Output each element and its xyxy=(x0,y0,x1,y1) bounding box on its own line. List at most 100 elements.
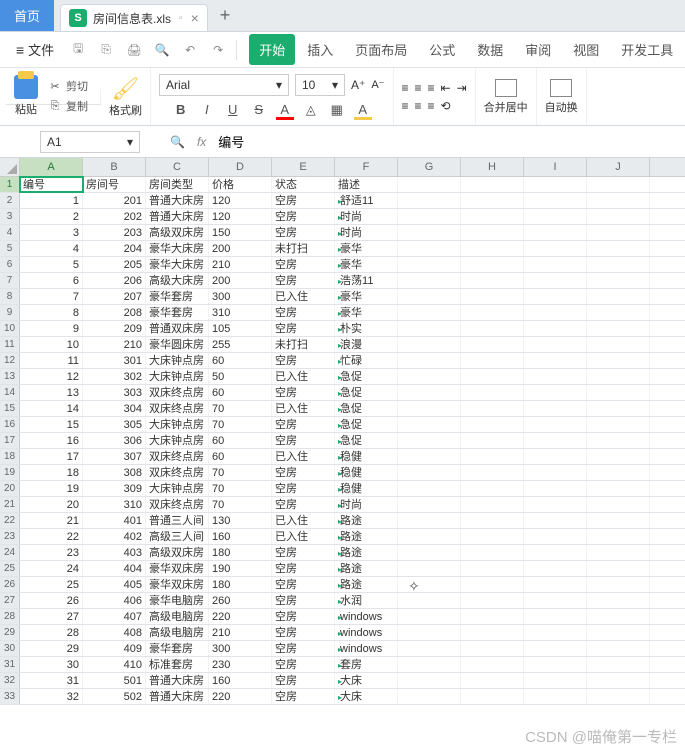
row-header[interactable]: 14 xyxy=(0,385,20,400)
cell[interactable]: 405 xyxy=(83,577,146,592)
cell[interactable] xyxy=(524,401,587,416)
cell[interactable] xyxy=(461,273,524,288)
increase-font-button[interactable]: A⁺ xyxy=(351,78,365,92)
cell[interactable]: 302 xyxy=(83,369,146,384)
row-header[interactable]: 28 xyxy=(0,609,20,624)
menu-insert[interactable]: 插入 xyxy=(297,34,343,65)
align-top-button[interactable]: ≡ xyxy=(402,81,409,95)
cell[interactable] xyxy=(524,225,587,240)
cell[interactable]: 豪华套房 xyxy=(146,305,209,320)
cell[interactable] xyxy=(587,625,650,640)
cell[interactable] xyxy=(587,305,650,320)
align-left-button[interactable]: ≡ xyxy=(402,99,409,113)
cell[interactable]: ▸windows xyxy=(335,625,398,640)
col-header-J[interactable]: J xyxy=(587,158,650,176)
row-header[interactable]: 9 xyxy=(0,305,20,320)
cell[interactable]: 202 xyxy=(83,209,146,224)
menu-home[interactable]: 开始 xyxy=(249,34,295,65)
row-header[interactable]: 31 xyxy=(0,657,20,672)
cell[interactable]: ▸大床 xyxy=(335,673,398,688)
cell[interactable] xyxy=(587,193,650,208)
cell[interactable]: 6 xyxy=(20,273,83,288)
cell[interactable]: 空房 xyxy=(272,225,335,240)
cell[interactable]: 50 xyxy=(209,369,272,384)
border-button[interactable]: ▦ xyxy=(328,102,346,120)
cell[interactable]: ▸豪华 xyxy=(335,257,398,272)
cell[interactable]: ▸豪华 xyxy=(335,241,398,256)
cell[interactable] xyxy=(587,401,650,416)
row-header[interactable]: 10 xyxy=(0,321,20,336)
cell[interactable]: ▸路途 xyxy=(335,577,398,592)
cell[interactable] xyxy=(524,561,587,576)
cell[interactable]: 空房 xyxy=(272,641,335,656)
cell[interactable] xyxy=(524,241,587,256)
row-header[interactable]: 32 xyxy=(0,673,20,688)
cell[interactable]: 描述 xyxy=(335,177,398,192)
cell[interactable]: 双床终点房 xyxy=(146,449,209,464)
cell[interactable]: 305 xyxy=(83,417,146,432)
cell[interactable]: 空房 xyxy=(272,193,335,208)
cell[interactable] xyxy=(587,609,650,624)
cell[interactable]: 空房 xyxy=(272,209,335,224)
cell[interactable]: 空房 xyxy=(272,593,335,608)
cell[interactable]: ▸急促 xyxy=(335,433,398,448)
row-header[interactable]: 6 xyxy=(0,257,20,272)
cell[interactable] xyxy=(461,257,524,272)
cell[interactable]: 23 xyxy=(20,545,83,560)
cell[interactable]: 豪华大床房 xyxy=(146,241,209,256)
cell[interactable]: 300 xyxy=(209,289,272,304)
cell[interactable]: ▸舒适11 xyxy=(335,193,398,208)
cell[interactable] xyxy=(398,401,461,416)
cell[interactable]: ▸套房 xyxy=(335,657,398,672)
cell[interactable]: 高级大床房 xyxy=(146,273,209,288)
cell[interactable] xyxy=(587,385,650,400)
cell[interactable]: ▸时尚 xyxy=(335,225,398,240)
align-right-button[interactable]: ≡ xyxy=(428,99,435,113)
cell[interactable] xyxy=(461,193,524,208)
cell[interactable]: ▸急促 xyxy=(335,385,398,400)
copy-button[interactable]: ⎘复制 xyxy=(44,96,92,116)
cell[interactable]: 200 xyxy=(209,273,272,288)
cell[interactable]: 普通大床房 xyxy=(146,193,209,208)
cell[interactable]: ▸稳健 xyxy=(335,449,398,464)
cell[interactable]: 502 xyxy=(83,689,146,704)
save-icon[interactable]: 🖫 xyxy=(68,40,88,60)
col-header-H[interactable]: H xyxy=(461,158,524,176)
cell[interactable]: 5 xyxy=(20,257,83,272)
cell[interactable]: 201 xyxy=(83,193,146,208)
cell[interactable]: 409 xyxy=(83,641,146,656)
cell[interactable]: ▸路途 xyxy=(335,529,398,544)
cell[interactable]: 205 xyxy=(83,257,146,272)
cell[interactable]: 价格 xyxy=(209,177,272,192)
cell[interactable] xyxy=(524,481,587,496)
cell[interactable] xyxy=(587,241,650,256)
orientation-button[interactable]: ⟲ xyxy=(441,99,451,113)
cell[interactable] xyxy=(587,529,650,544)
cell[interactable] xyxy=(398,673,461,688)
close-icon[interactable]: × xyxy=(191,10,199,26)
cell[interactable] xyxy=(398,529,461,544)
cell[interactable]: 180 xyxy=(209,577,272,592)
cell[interactable] xyxy=(398,449,461,464)
cell[interactable] xyxy=(587,497,650,512)
cell[interactable]: 60 xyxy=(209,433,272,448)
cell[interactable]: 70 xyxy=(209,401,272,416)
cell[interactable] xyxy=(461,321,524,336)
cell[interactable]: ▸时尚 xyxy=(335,497,398,512)
cell[interactable]: 豪华双床房 xyxy=(146,561,209,576)
cell[interactable]: 310 xyxy=(209,305,272,320)
cell[interactable] xyxy=(398,657,461,672)
cell[interactable] xyxy=(461,449,524,464)
cell[interactable] xyxy=(587,449,650,464)
cell[interactable]: 255 xyxy=(209,337,272,352)
row-header[interactable]: 19 xyxy=(0,465,20,480)
cell[interactable] xyxy=(461,673,524,688)
cell[interactable] xyxy=(524,353,587,368)
cell[interactable]: 空房 xyxy=(272,305,335,320)
cell[interactable] xyxy=(587,673,650,688)
row-header[interactable]: 23 xyxy=(0,529,20,544)
cell[interactable]: 25 xyxy=(20,577,83,592)
row-header[interactable]: 18 xyxy=(0,449,20,464)
cell[interactable]: 7 xyxy=(20,289,83,304)
cell[interactable]: 70 xyxy=(209,481,272,496)
